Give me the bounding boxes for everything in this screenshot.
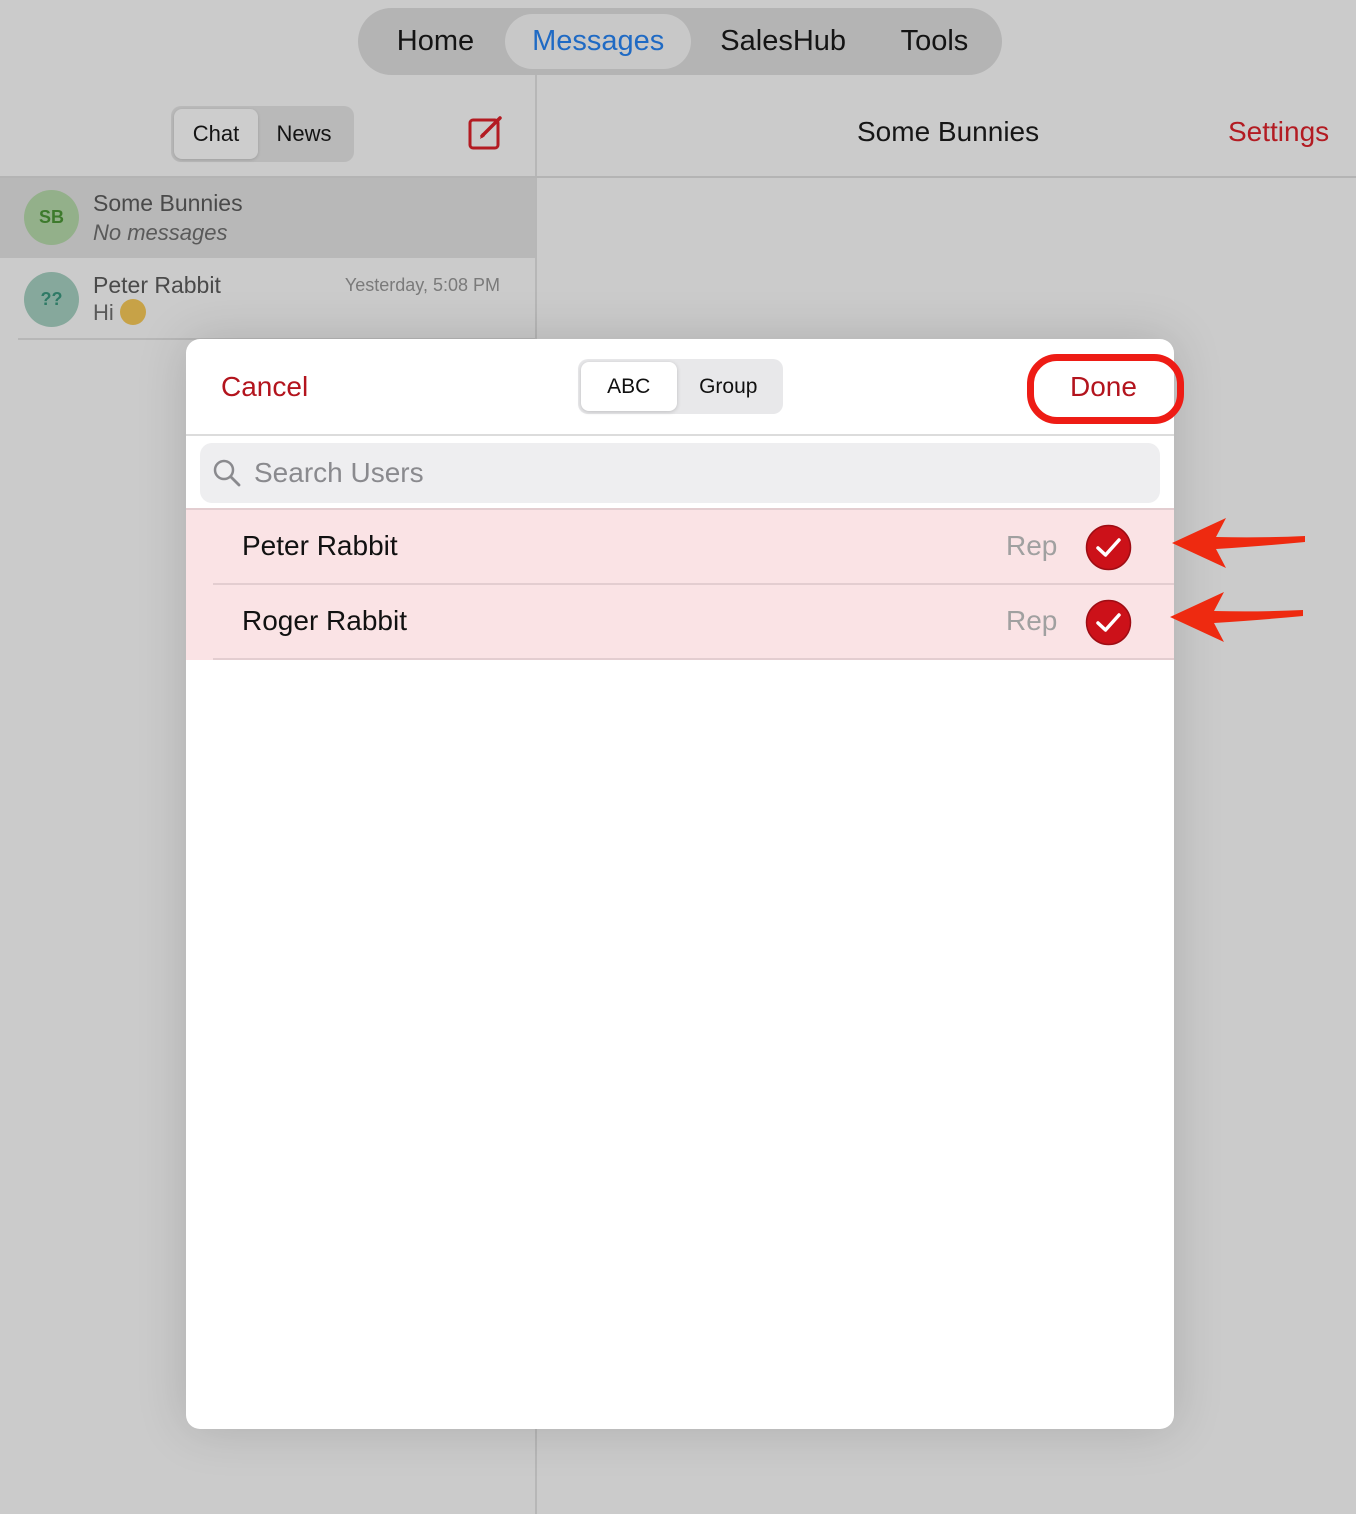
chat-list-item[interactable]: ?? Peter Rabbit Hi Yesterday, 5:08 PM — [0, 258, 535, 340]
compose-icon[interactable] — [466, 112, 506, 152]
chat-timestamp: Yesterday, 5:08 PM — [344, 275, 500, 295]
search-icon — [213, 459, 241, 487]
sort-segmented-control: ABC Group — [578, 359, 783, 414]
chat-preview: No messages — [93, 220, 228, 245]
checkmark-selected-icon[interactable] — [1085, 599, 1132, 646]
modal-header-divider — [186, 434, 1174, 436]
settings-button[interactable]: Settings — [1228, 116, 1329, 148]
user-row-peter-rabbit[interactable]: Peter Rabbit Rep — [186, 510, 1174, 585]
user-role: Rep — [1006, 605, 1058, 636]
segment-news[interactable]: News — [258, 109, 350, 159]
cancel-button[interactable]: Cancel — [221, 371, 308, 403]
user-name: Roger Rabbit — [242, 605, 407, 636]
select-users-modal: Cancel ABC Group Done Peter Rabbit Rep R… — [186, 339, 1174, 1429]
segment-group[interactable]: Group — [677, 362, 780, 411]
search-users-input[interactable] — [254, 451, 1134, 495]
chat-name: Some Bunnies — [93, 190, 243, 216]
main-tab-bar: Home Messages SalesHub Tools — [358, 8, 1002, 75]
chat-list-item[interactable]: SB Some Bunnies No messages — [0, 178, 535, 258]
arrow-left-icon — [1172, 518, 1305, 568]
chat-preview-text: Hi — [93, 300, 114, 325]
user-row-roger-rabbit[interactable]: Roger Rabbit Rep — [186, 585, 1174, 660]
chat-name: Peter Rabbit — [93, 272, 221, 298]
tab-saleshub[interactable]: SalesHub — [691, 14, 875, 69]
segment-chat[interactable]: Chat — [174, 109, 258, 159]
chat-preview: Hi — [93, 299, 146, 327]
arrow-left-icon — [1170, 592, 1303, 642]
tab-tools[interactable]: Tools — [875, 14, 994, 69]
tab-home[interactable]: Home — [366, 14, 505, 69]
user-role: Rep — [1006, 530, 1058, 561]
smiling-face-icon — [119, 299, 146, 326]
search-bar — [200, 443, 1160, 503]
checkmark-selected-icon[interactable] — [1085, 524, 1132, 571]
row-divider — [213, 658, 1174, 660]
done-highlight-annotation — [1027, 354, 1184, 424]
chat-news-segmented-control: Chat News — [171, 106, 354, 162]
tab-messages[interactable]: Messages — [504, 14, 692, 69]
conversation-title: Some Bunnies — [857, 116, 1040, 147]
avatar: SB — [24, 190, 79, 245]
user-name: Peter Rabbit — [242, 530, 398, 561]
avatar: ?? — [24, 272, 79, 327]
segment-abc[interactable]: ABC — [581, 362, 677, 411]
